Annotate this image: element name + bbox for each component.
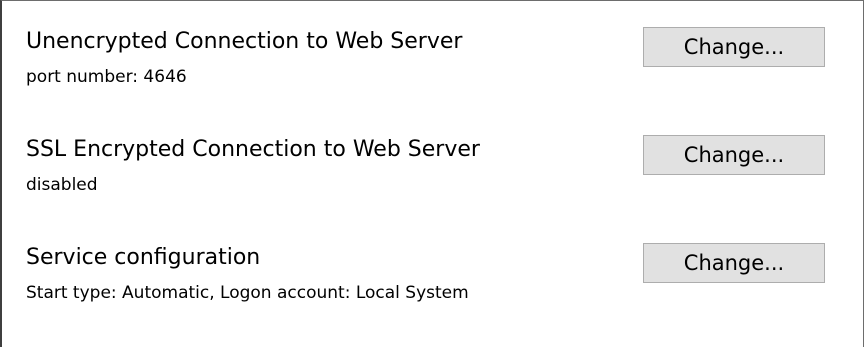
- setting-service-configuration: Service configuration Start type: Automa…: [26, 243, 826, 323]
- setting-unencrypted-connection: Unencrypted Connection to Web Server por…: [26, 27, 826, 107]
- setting-title: Unencrypted Connection to Web Server: [26, 29, 463, 54]
- setting-ssl-connection: SSL Encrypted Connection to Web Server d…: [26, 135, 826, 215]
- setting-value: disabled: [26, 175, 98, 195]
- setting-value: port number: 4646: [26, 67, 187, 87]
- setting-value: Start type: Automatic, Logon account: Lo…: [26, 283, 469, 303]
- change-ssl-connection-button[interactable]: Change...: [643, 135, 825, 175]
- change-service-configuration-button[interactable]: Change...: [643, 243, 825, 283]
- server-settings-panel: Unencrypted Connection to Web Server por…: [0, 0, 864, 347]
- change-unencrypted-connection-button[interactable]: Change...: [643, 27, 825, 67]
- setting-title: SSL Encrypted Connection to Web Server: [26, 137, 480, 162]
- setting-title: Service configuration: [26, 245, 261, 270]
